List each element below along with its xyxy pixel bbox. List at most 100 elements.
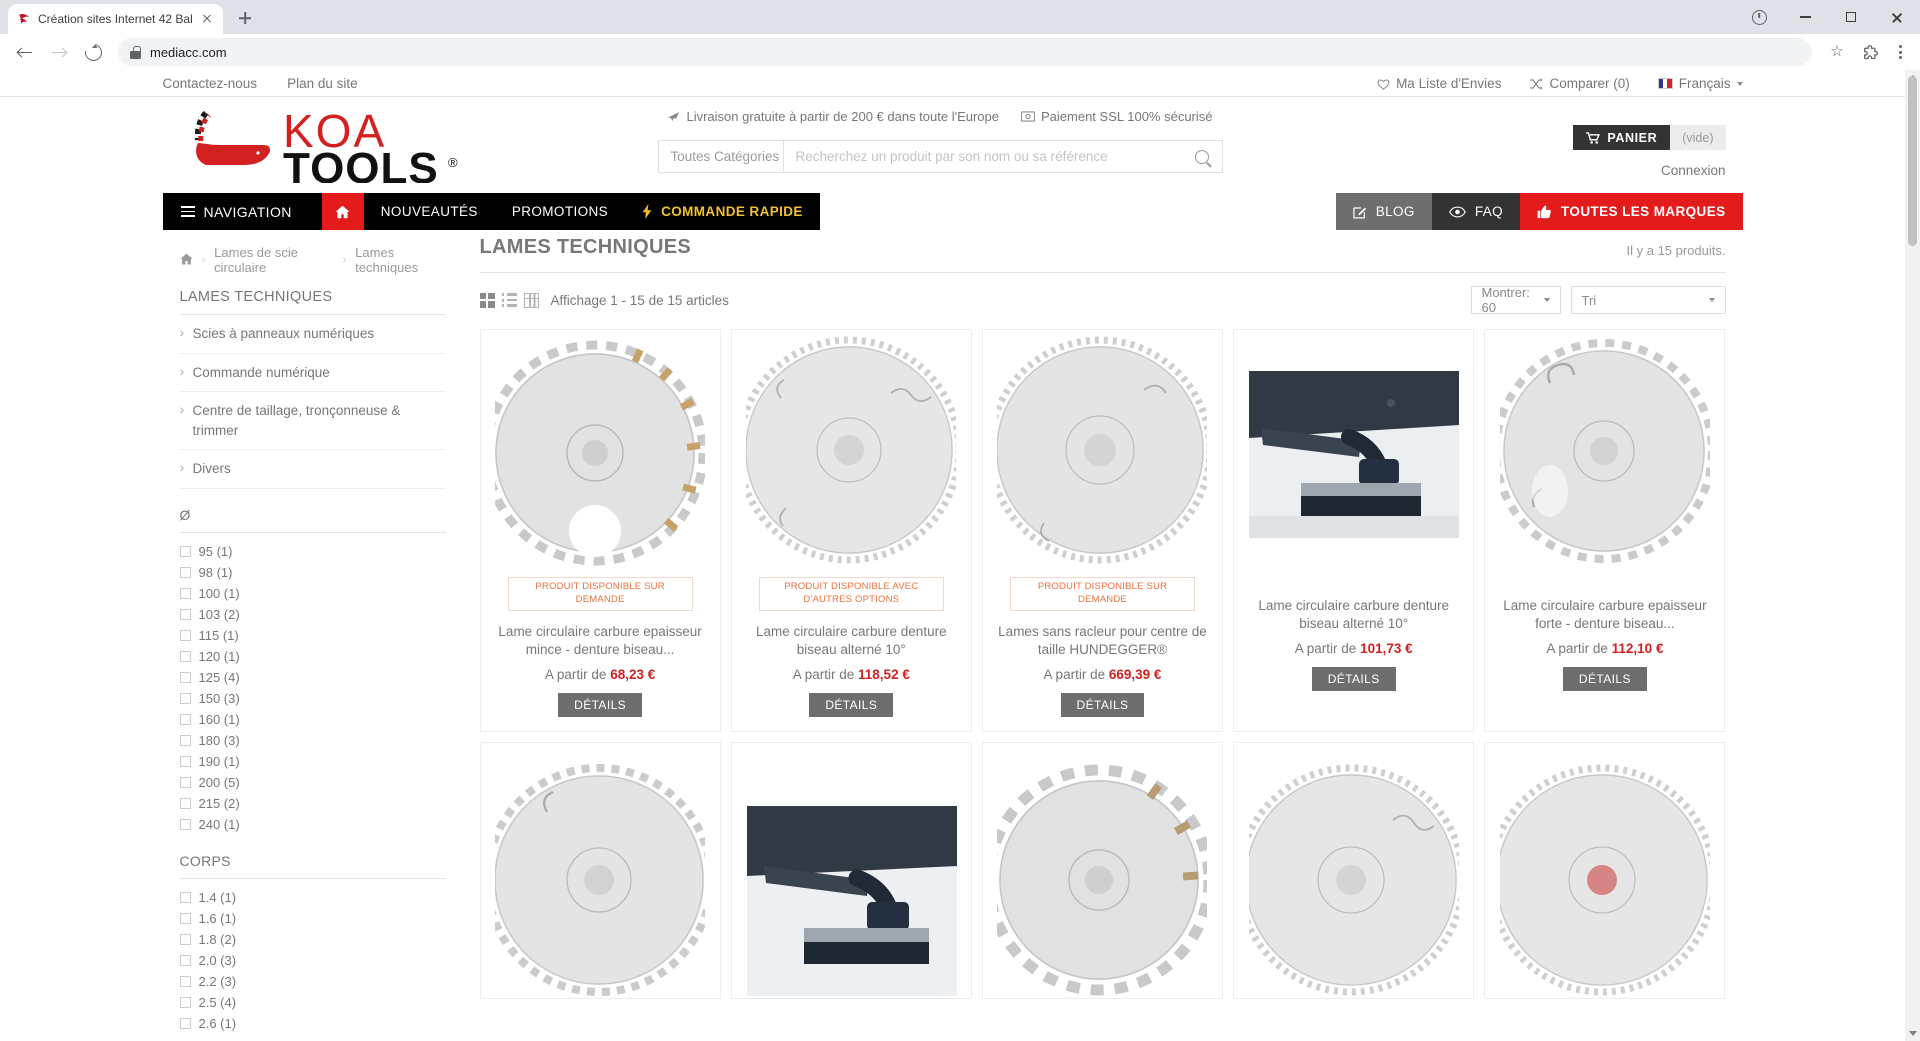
search-category-select[interactable]: Toutes Catégories <box>659 141 784 172</box>
back-arrow-icon[interactable] <box>10 37 40 67</box>
show-per-page-select[interactable]: Montrer: 60 <box>1470 285 1561 315</box>
checkbox-icon[interactable] <box>179 692 191 704</box>
filter-option[interactable]: 215 (2) <box>179 793 446 814</box>
scrollbar-thumb[interactable] <box>1908 76 1917 246</box>
checkbox-icon[interactable] <box>179 629 191 641</box>
details-button[interactable]: DÉTAILS <box>558 693 643 718</box>
product-image[interactable] <box>1234 330 1473 585</box>
checkbox-icon[interactable] <box>179 797 191 809</box>
product-name[interactable]: Lames sans racleur pour centre de taille… <box>983 611 1222 659</box>
product-image[interactable] <box>481 330 720 585</box>
checkbox-icon[interactable] <box>179 954 191 966</box>
product-card[interactable]: PRODUIT DISPONIBLE AVEC D'AUTRES OPTIONS… <box>730 329 972 733</box>
list-view-icon[interactable] <box>501 293 517 308</box>
product-image[interactable] <box>481 743 720 998</box>
link-sitemap[interactable]: Plan du site <box>287 76 358 91</box>
new-tab-button[interactable] <box>231 4 259 32</box>
filter-option[interactable]: 200 (5) <box>179 772 446 793</box>
checkbox-icon[interactable] <box>179 545 191 557</box>
site-logo[interactable]: KOA TOOLS ® <box>180 107 480 183</box>
filter-option[interactable]: 2.0 (3) <box>179 950 446 971</box>
product-card[interactable] <box>479 742 721 1000</box>
scroll-down-icon[interactable] <box>1905 1026 1920 1041</box>
nav-item-blog[interactable]: BLOG <box>1335 193 1432 230</box>
filter-option[interactable]: 2.6 (1) <box>179 1013 446 1034</box>
close-icon[interactable] <box>1874 0 1920 34</box>
filter-option[interactable]: 120 (1) <box>179 646 446 667</box>
checkbox-icon[interactable] <box>179 933 191 945</box>
browser-tab[interactable]: Création sites Internet 42 Balbign <box>8 4 223 34</box>
checkbox-icon[interactable] <box>179 975 191 987</box>
checkbox-icon[interactable] <box>179 566 191 578</box>
nav-item-faq[interactable]: FAQ <box>1431 193 1521 230</box>
language-selector[interactable]: Français <box>1657 76 1743 91</box>
grid-view-icon[interactable] <box>479 292 495 308</box>
nav-item-commande-rapide[interactable]: COMMANDE RAPIDE <box>625 193 820 230</box>
product-card[interactable]: Lame circulaire carbure epaisseur forte … <box>1484 329 1726 733</box>
breadcrumb-item-0[interactable]: Lames de scie circulaire <box>214 245 333 275</box>
checkbox-icon[interactable] <box>179 713 191 725</box>
product-card[interactable]: PRODUIT DISPONIBLE SUR DEMANDE Lames san… <box>981 329 1224 733</box>
product-name[interactable]: Lame circulaire carbure epaisseur forte … <box>1485 585 1724 633</box>
reload-icon[interactable] <box>78 37 108 67</box>
checkbox-icon[interactable] <box>179 891 191 903</box>
wishlist-link[interactable]: Ma Liste d'Envies <box>1377 76 1501 91</box>
product-name[interactable]: Lame circulaire carbure denture biseau a… <box>732 611 971 659</box>
filter-option[interactable]: 1.6 (1) <box>179 908 446 929</box>
checkbox-icon[interactable] <box>179 587 191 599</box>
checkbox-icon[interactable] <box>179 734 191 746</box>
details-button[interactable]: DÉTAILS <box>1562 667 1647 692</box>
product-image[interactable] <box>983 330 1222 585</box>
product-card[interactable] <box>1233 742 1475 1000</box>
filter-option[interactable]: 100 (1) <box>179 583 446 604</box>
puzzle-extension-icon[interactable] <box>1856 37 1886 67</box>
search-submit-button[interactable] <box>1182 141 1222 172</box>
forward-arrow-icon[interactable] <box>44 37 74 67</box>
product-image[interactable] <box>1234 743 1473 998</box>
three-dot-menu-icon[interactable] <box>1890 42 1910 62</box>
filter-option[interactable]: 160 (1) <box>179 709 446 730</box>
product-name[interactable]: Lame circulaire carbure denture biseau a… <box>1234 585 1473 633</box>
product-card[interactable] <box>1484 742 1726 1000</box>
checkbox-icon[interactable] <box>179 818 191 830</box>
filter-option[interactable]: 190 (1) <box>179 751 446 772</box>
filter-option[interactable]: 98 (1) <box>179 562 446 583</box>
table-view-icon[interactable] <box>523 292 539 308</box>
search-input[interactable]: Recherchez un produit par son nom ou sa … <box>784 141 1182 172</box>
sidebar-item-divers[interactable]: Divers <box>179 450 446 489</box>
filter-option[interactable]: 2.2 (3) <box>179 971 446 992</box>
details-button[interactable]: DÉTAILS <box>1060 693 1145 718</box>
address-bar[interactable]: mediacc.com <box>118 38 1812 66</box>
filter-option[interactable]: 1.8 (2) <box>179 929 446 950</box>
product-image[interactable] <box>1485 330 1724 585</box>
filter-option[interactable]: 115 (1) <box>179 625 446 646</box>
product-image[interactable] <box>732 330 971 585</box>
product-image[interactable] <box>983 743 1222 998</box>
breadcrumb-item-1[interactable]: Lames techniques <box>355 245 445 275</box>
nav-item-navigation[interactable]: NAVIGATION <box>163 193 322 230</box>
breadcrumb-home-icon[interactable] <box>180 253 193 268</box>
checkbox-icon[interactable] <box>179 755 191 767</box>
nav-item-nouveautes[interactable]: NOUVEAUTÉS <box>364 193 495 230</box>
checkbox-icon[interactable] <box>179 608 191 620</box>
compare-link[interactable]: Comparer (0) <box>1529 76 1630 91</box>
product-card[interactable] <box>730 742 972 1000</box>
maximize-icon[interactable] <box>1828 0 1874 34</box>
checkbox-icon[interactable] <box>179 776 191 788</box>
filter-option[interactable]: 95 (1) <box>179 541 446 562</box>
details-button[interactable]: DÉTAILS <box>809 693 894 718</box>
details-button[interactable]: DÉTAILS <box>1311 667 1396 692</box>
product-name[interactable]: Lame circulaire carbure epaisseur mince … <box>481 611 720 659</box>
nav-item-promotions[interactable]: PROMOTIONS <box>495 193 625 230</box>
filter-option[interactable]: 2.5 (4) <box>179 992 446 1013</box>
checkbox-icon[interactable] <box>179 671 191 683</box>
sort-select[interactable]: Tri <box>1570 286 1726 314</box>
checkbox-icon[interactable] <box>179 650 191 662</box>
product-card[interactable]: PRODUIT DISPONIBLE SUR DEMANDE Lame circ… <box>479 329 721 733</box>
product-image[interactable] <box>732 743 971 998</box>
filter-option[interactable]: 1.4 (1) <box>179 887 446 908</box>
filter-option[interactable]: 180 (3) <box>179 730 446 751</box>
product-image[interactable] <box>1485 743 1724 998</box>
sidebar-item-scies-panneaux[interactable]: Scies à panneaux numériques <box>179 315 446 354</box>
bookmark-star-icon[interactable]: ☆ <box>1822 37 1852 67</box>
